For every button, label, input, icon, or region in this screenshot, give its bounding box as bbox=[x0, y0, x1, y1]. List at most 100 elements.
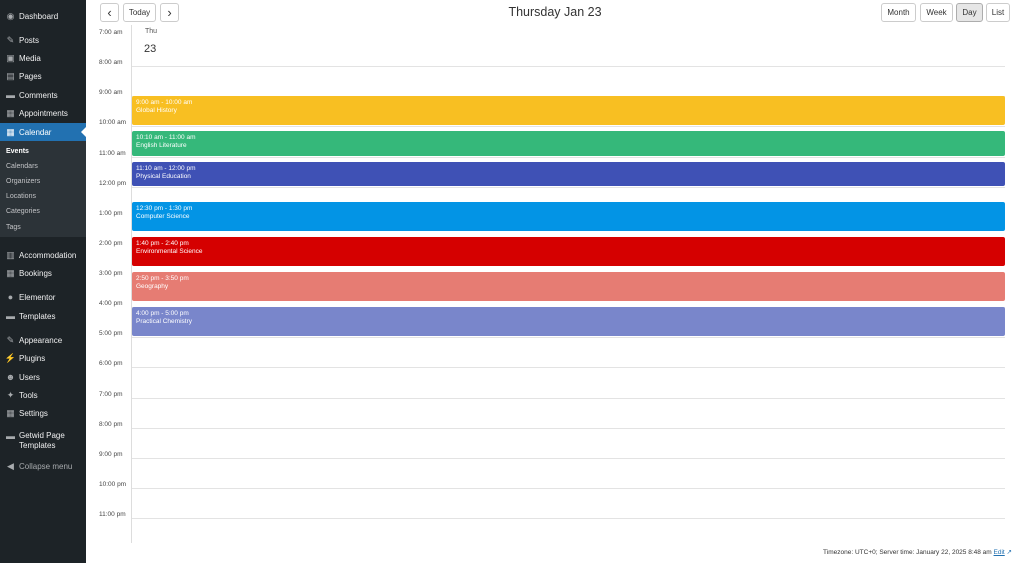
hour-gridline bbox=[132, 66, 1005, 68]
prev-button[interactable]: ‹ bbox=[100, 3, 119, 22]
event-physical-education[interactable]: 11:10 am - 12:00 pm Physical Education bbox=[132, 161, 1005, 186]
sidebar-item-getwid-page[interactable]: ▬ Getwid Page Templates bbox=[0, 431, 86, 455]
sidebar-item-appointments[interactable]: ▦ Appointments bbox=[0, 104, 86, 122]
submenu-item-calendars[interactable]: Calendars bbox=[6, 163, 38, 170]
time-label: 11:00 pm bbox=[99, 511, 126, 519]
calendar-title: Thursday Jan 23 bbox=[508, 5, 602, 19]
event-title: Computer Science bbox=[136, 212, 190, 220]
sidebar-item-label-line2: Templates bbox=[19, 441, 56, 450]
time-label: 4:00 pm bbox=[99, 300, 123, 308]
sidebar-item-appearance[interactable]: ✎ Appearance bbox=[0, 331, 86, 349]
view-list-button[interactable]: List bbox=[986, 3, 1010, 22]
event-environmental-science[interactable]: 1:40 pm - 2:40 pm Environmental Science bbox=[132, 236, 1005, 266]
time-label: 9:00 am bbox=[99, 89, 123, 97]
submenu-item-events[interactable]: Events bbox=[6, 148, 29, 155]
sidebar-item-label: Getwid Page Templates bbox=[19, 431, 65, 451]
sidebar-item-bookings[interactable]: ▦ Bookings bbox=[0, 264, 86, 282]
submenu-item-organizers[interactable]: Organizers bbox=[6, 178, 40, 185]
sidebar-item-elementor[interactable]: ● Elementor bbox=[0, 288, 86, 306]
collapse-icon: ◀ bbox=[7, 460, 14, 471]
hour-gridline bbox=[132, 518, 1005, 520]
sidebar-item-comments[interactable]: ▬ Comments bbox=[0, 86, 86, 104]
sidebar-item-label: Appearance bbox=[19, 335, 63, 345]
day-header-date: 23 bbox=[144, 43, 157, 55]
time-label: 7:00 am bbox=[99, 29, 123, 36]
timezone-footer: Timezone: UTC+0; Server time: January 22… bbox=[700, 548, 1012, 556]
event-time: 4:00 pm - 5:00 pm bbox=[136, 310, 189, 318]
hour-gridline bbox=[132, 397, 1005, 399]
event-global-history[interactable]: 9:00 am - 10:00 am Global History bbox=[132, 96, 1005, 126]
hour-gridline bbox=[132, 156, 1005, 158]
event-title: Global History bbox=[136, 107, 177, 115]
sidebar-item-media[interactable]: ▣ Media bbox=[0, 49, 86, 67]
sidebar-item-settings[interactable]: ▦ Settings bbox=[0, 404, 86, 422]
submenu-item-categories[interactable]: Categories bbox=[6, 208, 40, 215]
sidebar-item-accommodation[interactable]: ▥ Accommodation bbox=[0, 246, 86, 264]
time-label: 3:00 pm bbox=[99, 270, 123, 278]
sidebar-item-posts[interactable]: ✎ Posts bbox=[0, 31, 86, 49]
settings-icon: ▦ bbox=[6, 407, 15, 418]
view-week-button[interactable]: Week bbox=[920, 3, 953, 22]
sidebar-item-label: Pages bbox=[19, 71, 42, 81]
calendar-icon: ▦ bbox=[6, 126, 15, 137]
elementor-icon: ● bbox=[7, 291, 14, 302]
time-label: 11:00 am bbox=[99, 149, 126, 157]
sidebar-item-label: Collapse menu bbox=[19, 461, 73, 471]
event-time: 2:50 pm - 3:50 pm bbox=[136, 275, 189, 283]
sidebar-item-label: Appointments bbox=[19, 108, 68, 118]
day-grid[interactable]: Thu 23 7:00 am 8:00 am 9:00 am 10:00 am 11:0… bbox=[86, 25, 1010, 543]
building-icon: ▥ bbox=[6, 249, 15, 260]
submenu-item-tags[interactable]: Tags bbox=[6, 224, 21, 231]
sidebar-item-pages[interactable]: ▤ Pages bbox=[0, 67, 86, 85]
hour-gridline bbox=[132, 126, 1005, 128]
event-english-literature[interactable]: 10:10 am - 11:00 am English Literature bbox=[132, 131, 1005, 156]
view-month-button[interactable]: Month bbox=[881, 3, 916, 22]
sidebar-item-tools[interactable]: ✦ Tools bbox=[0, 386, 86, 404]
sidebar-item-label: Users bbox=[19, 372, 40, 382]
sidebar-item-users[interactable]: ☻ Users bbox=[0, 368, 86, 386]
dashboard-icon: ◉ bbox=[6, 10, 15, 21]
event-time: 11:10 am - 12:00 pm bbox=[136, 164, 196, 172]
templates-icon: ▬ bbox=[6, 431, 15, 441]
hour-gridline bbox=[132, 457, 1005, 459]
time-label: 5:00 pm bbox=[99, 330, 123, 338]
event-computer-science[interactable]: 12:30 pm - 1:30 pm Computer Science bbox=[132, 201, 1005, 231]
day-header-weekday: Thu bbox=[145, 28, 158, 35]
event-geography[interactable]: 2:50 pm - 3:50 pm Geography bbox=[132, 272, 1005, 302]
sidebar-item-label: Tools bbox=[19, 390, 38, 400]
chevron-left-icon: ‹ bbox=[107, 5, 112, 20]
event-time: 12:30 pm - 1:30 pm bbox=[136, 204, 193, 212]
next-button[interactable]: › bbox=[160, 3, 179, 22]
hour-gridline bbox=[132, 186, 1005, 188]
sidebar-item-label: Comments bbox=[19, 90, 58, 100]
sidebar-item-label-line1: Getwid Page bbox=[19, 431, 65, 440]
pages-icon: ▤ bbox=[6, 70, 15, 81]
sidebar-item-dashboard[interactable]: ◉ Dashboard bbox=[0, 7, 86, 25]
hour-gridline bbox=[132, 487, 1005, 489]
brush-icon: ✎ bbox=[6, 334, 15, 345]
user-icon: ☻ bbox=[5, 371, 16, 382]
sidebar-item-label: Media bbox=[19, 53, 41, 63]
calendar-icon: ▦ bbox=[6, 107, 15, 118]
submenu-item-locations[interactable]: Locations bbox=[6, 193, 36, 200]
sidebar-item-plugins[interactable]: ⚡ Plugins bbox=[0, 349, 86, 367]
sidebar-item-templates[interactable]: ▬ Templates bbox=[0, 307, 86, 325]
plug-icon: ⚡ bbox=[4, 352, 17, 363]
sidebar-item-collapse-menu[interactable]: ◀ Collapse menu bbox=[0, 457, 86, 475]
sidebar-item-label: Settings bbox=[19, 408, 48, 418]
sidebar-item-label: Accommodation bbox=[19, 250, 77, 260]
sidebar-item-label: Plugins bbox=[19, 353, 46, 363]
sidebar-item-label: Templates bbox=[19, 311, 56, 321]
today-button[interactable]: Today bbox=[123, 3, 156, 22]
edit-link[interactable]: Edit bbox=[994, 549, 1005, 556]
time-label: 2:00 pm bbox=[99, 239, 123, 247]
event-title: English Literature bbox=[136, 142, 187, 150]
sidebar-item-calendar[interactable]: ▦ Calendar bbox=[0, 123, 86, 141]
wrench-icon: ✦ bbox=[6, 389, 15, 400]
sidebar-item-label: Elementor bbox=[19, 292, 56, 302]
event-practical-chemistry[interactable]: 4:00 pm - 5:00 pm Practical Chemistry bbox=[132, 307, 1005, 337]
chevron-right-icon: › bbox=[167, 5, 172, 20]
pin-icon: ✎ bbox=[6, 34, 15, 45]
time-label: 6:00 pm bbox=[99, 360, 123, 368]
view-day-button[interactable]: Day bbox=[956, 3, 983, 22]
